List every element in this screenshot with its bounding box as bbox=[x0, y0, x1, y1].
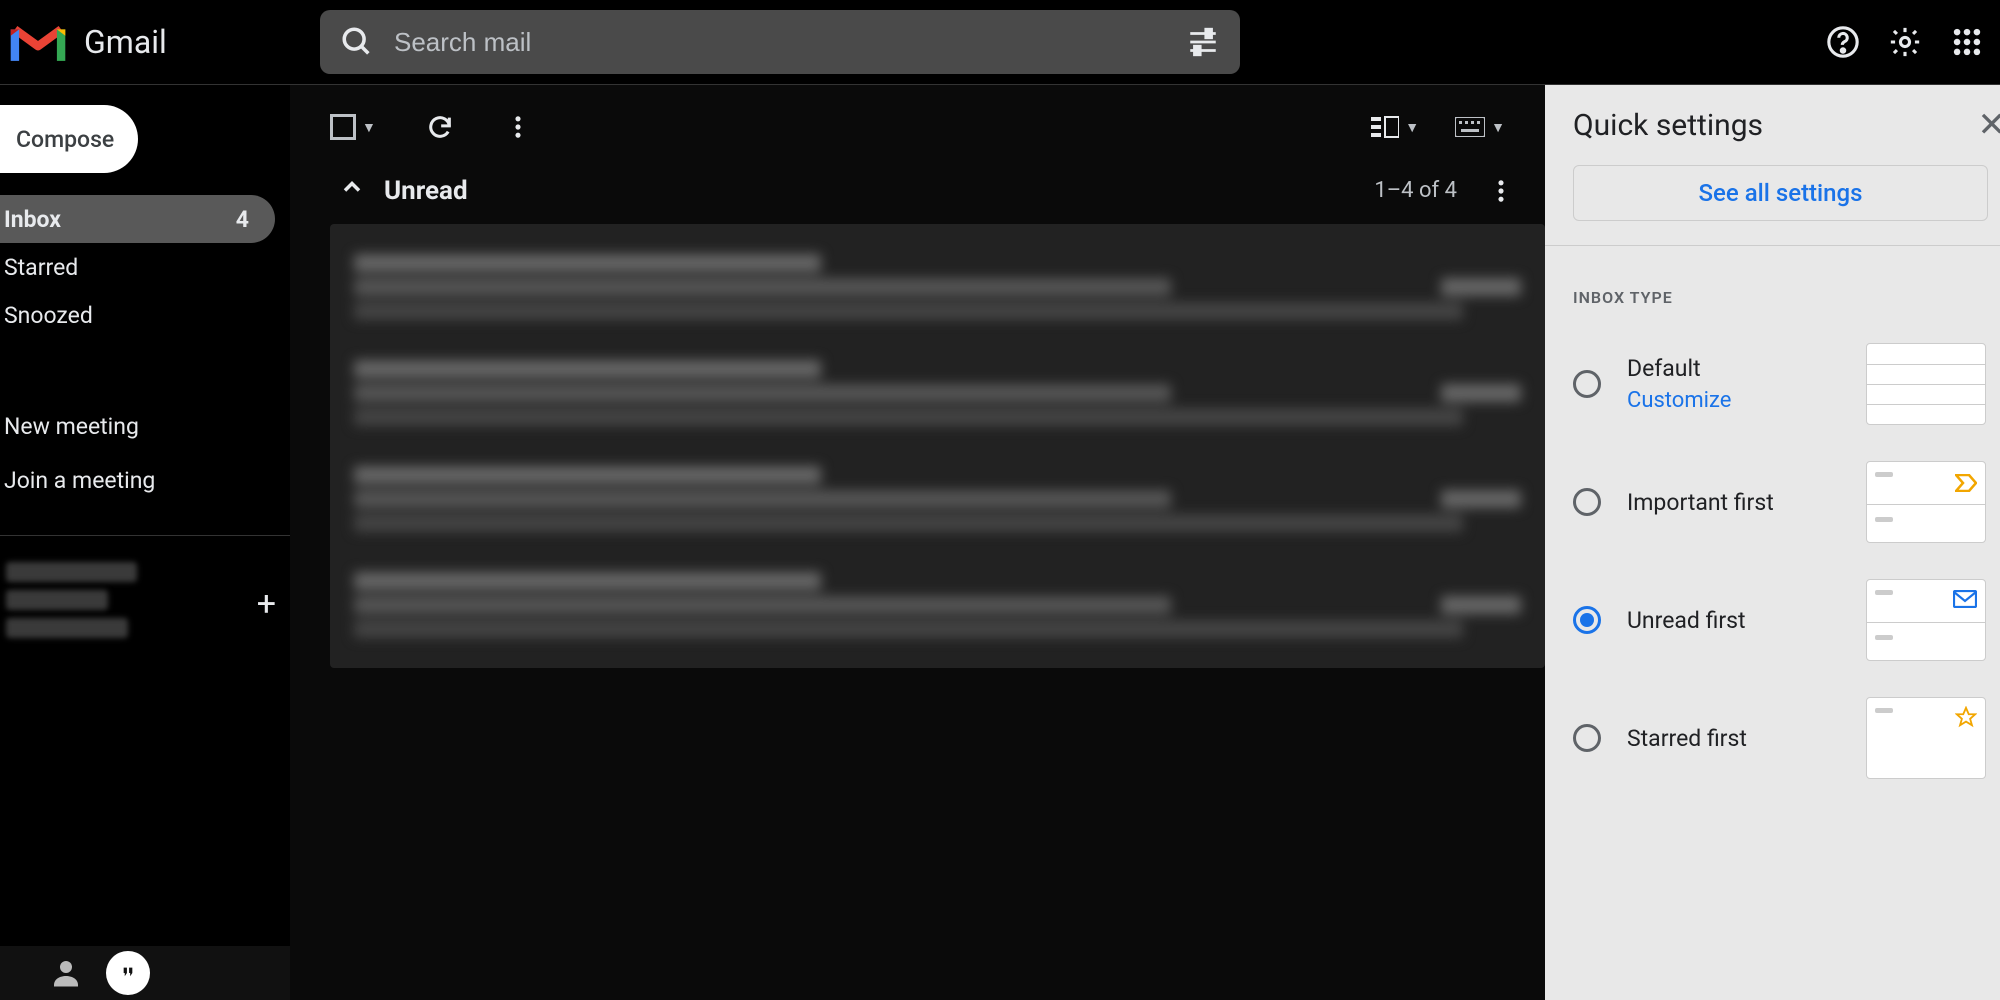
apps-grid-icon[interactable] bbox=[1950, 25, 1984, 59]
nav-list: Inbox 4 Starred Snoozed bbox=[0, 195, 290, 339]
quick-settings-panel: Quick settings ✕ See all settings INBOX … bbox=[1545, 85, 2000, 1000]
inbox-option-important[interactable]: Important first bbox=[1573, 443, 2000, 561]
blurred-placeholder bbox=[6, 590, 108, 610]
sidebar-item-label: Starred bbox=[4, 254, 78, 281]
option-label: Important first bbox=[1627, 489, 1774, 516]
important-marker-icon bbox=[1955, 474, 1977, 496]
search-options-icon[interactable] bbox=[1186, 25, 1220, 59]
thumbnail-important-icon bbox=[1866, 461, 1986, 543]
input-tools-toggle[interactable]: ▼ bbox=[1455, 117, 1505, 137]
sidebar-item-label: New meeting bbox=[4, 413, 139, 440]
compose-button[interactable]: Compose bbox=[0, 105, 138, 173]
sidebar-item-starred[interactable]: Starred bbox=[0, 243, 290, 291]
gear-icon[interactable] bbox=[1888, 25, 1922, 59]
radio-icon bbox=[1573, 488, 1601, 516]
sidebar-item-inbox[interactable]: Inbox 4 bbox=[0, 195, 275, 243]
product-name: Gmail bbox=[84, 23, 167, 61]
star-icon bbox=[1955, 706, 1977, 732]
hangouts-icon[interactable] bbox=[106, 951, 150, 995]
option-label: Unread first bbox=[1627, 607, 1746, 634]
close-icon[interactable]: ✕ bbox=[1978, 105, 2000, 145]
see-all-settings-button[interactable]: See all settings bbox=[1573, 165, 1988, 221]
caret-down-icon: ▼ bbox=[362, 119, 376, 136]
split-pane-toggle[interactable]: ▼ bbox=[1371, 115, 1419, 139]
divider bbox=[1545, 245, 2000, 246]
quick-settings-title: Quick settings bbox=[1573, 108, 1763, 143]
customize-link[interactable]: Customize bbox=[1627, 388, 1731, 413]
mail-row[interactable] bbox=[330, 340, 1545, 446]
search-icon[interactable] bbox=[340, 25, 374, 59]
section-header-unread: Unread 1–4 of 4 bbox=[330, 157, 1545, 224]
sidebar-item-label: Snoozed bbox=[4, 302, 93, 329]
more-icon[interactable] bbox=[504, 113, 532, 141]
mail-pane: ▼ ▼ bbox=[290, 85, 1545, 1000]
mail-icon bbox=[1953, 590, 1977, 612]
sidebar-item-new-meeting[interactable]: New meeting bbox=[0, 399, 290, 453]
mail-toolbar: ▼ ▼ bbox=[330, 97, 1545, 157]
app-header: Gmail bbox=[0, 0, 2000, 85]
inbox-option-default[interactable]: Default Customize bbox=[1573, 325, 2000, 443]
sidebar-item-label: Inbox bbox=[4, 206, 61, 233]
section-title: Unread bbox=[384, 176, 468, 206]
mail-row[interactable] bbox=[330, 446, 1545, 552]
sidebar: Compose Inbox 4 Starred Snoozed New meet… bbox=[0, 85, 290, 1000]
logo-block: Gmail bbox=[10, 21, 320, 63]
search-input[interactable] bbox=[394, 27, 1166, 58]
inbox-option-unread[interactable]: Unread first bbox=[1573, 561, 2000, 679]
mail-row[interactable] bbox=[330, 552, 1545, 658]
sidebar-item-snoozed[interactable]: Snoozed bbox=[0, 291, 290, 339]
add-chat-button[interactable]: + bbox=[257, 584, 276, 624]
meet-block: New meeting Join a meeting bbox=[0, 399, 290, 507]
blurred-placeholder bbox=[6, 618, 128, 638]
thumbnail-unread-icon bbox=[1866, 579, 1986, 661]
help-icon[interactable] bbox=[1826, 25, 1860, 59]
inbox-type-label: INBOX TYPE bbox=[1573, 288, 2000, 307]
radio-icon bbox=[1573, 724, 1601, 752]
section-more-icon[interactable] bbox=[1487, 177, 1515, 205]
section-count: 1–4 of 4 bbox=[1374, 178, 1457, 203]
select-all-checkbox[interactable]: ▼ bbox=[330, 114, 376, 140]
hangouts-block: + bbox=[0, 535, 290, 638]
option-label: Default bbox=[1627, 355, 1731, 382]
see-all-label: See all settings bbox=[1699, 179, 1863, 207]
inbox-option-starred[interactable]: Starred first bbox=[1573, 679, 2000, 797]
inbox-count: 4 bbox=[236, 206, 249, 233]
radio-icon bbox=[1573, 370, 1601, 398]
quick-settings-title-row: Quick settings ✕ bbox=[1573, 105, 2000, 145]
sidebar-item-label: Join a meeting bbox=[4, 467, 155, 494]
header-icon-bar bbox=[1826, 25, 1984, 59]
blurred-placeholder bbox=[6, 562, 137, 582]
caret-down-icon: ▼ bbox=[1491, 119, 1505, 136]
mail-list bbox=[330, 224, 1545, 668]
sidebar-item-join-meeting[interactable]: Join a meeting bbox=[0, 453, 290, 507]
search-bar[interactable] bbox=[320, 10, 1240, 74]
person-icon[interactable] bbox=[48, 955, 84, 991]
chevron-up-icon[interactable] bbox=[338, 173, 366, 208]
caret-down-icon: ▼ bbox=[1405, 119, 1419, 136]
thumbnail-starred-icon bbox=[1866, 697, 1986, 779]
radio-icon bbox=[1573, 606, 1601, 634]
mail-row[interactable] bbox=[330, 234, 1545, 340]
checkbox-icon bbox=[330, 114, 356, 140]
option-label: Starred first bbox=[1627, 725, 1747, 752]
sidebar-bottom-bar bbox=[0, 946, 290, 1000]
compose-label: Compose bbox=[16, 126, 114, 153]
gmail-logo-icon bbox=[10, 21, 66, 63]
refresh-icon[interactable] bbox=[426, 113, 454, 141]
thumbnail-default-icon bbox=[1866, 343, 1986, 425]
